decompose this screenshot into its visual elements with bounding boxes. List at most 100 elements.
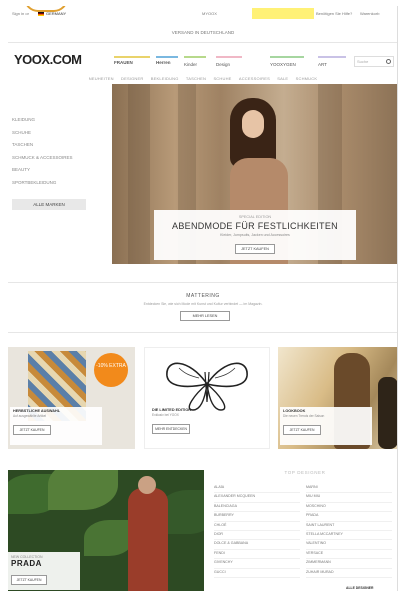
mattering-title: MATTERING bbox=[186, 293, 220, 299]
subnav-item[interactable]: SALE bbox=[277, 76, 288, 81]
tile-title: HERBSTLICHE AUSWAHL bbox=[13, 409, 61, 413]
designer-link[interactable]: VERSACE bbox=[306, 550, 392, 560]
designer-link[interactable]: GIVENCHY bbox=[214, 559, 300, 569]
designer-link[interactable]: CHLOÉ bbox=[214, 522, 300, 531]
category-color-bar bbox=[114, 56, 150, 58]
promo-tile-autumn[interactable]: -10% EXTRA HERBSTLICHE AUSWAHL Auf ausge… bbox=[8, 347, 135, 449]
designer-link[interactable]: PRADA bbox=[306, 512, 392, 522]
designer-link[interactable]: DIOR bbox=[214, 531, 300, 541]
tile-caption: LOOKBOOK Die neuen Trends der Saison JET… bbox=[280, 407, 372, 445]
designers-column-1: ALAÏA ALEXANDER MCQUEEN BALENCIAGA BURBE… bbox=[214, 484, 300, 578]
search-input[interactable]: Suche bbox=[354, 56, 394, 67]
sidebar-item[interactable]: BEAUTY bbox=[12, 164, 73, 177]
category-color-bar bbox=[216, 56, 242, 58]
subnav-item[interactable]: TASCHEN bbox=[186, 76, 206, 81]
tile-caption: HERBSTLICHE AUSWAHL Auf ausgewählte Arti… bbox=[10, 407, 102, 445]
designer-link[interactable]: ALEXANDER MCQUEEN bbox=[214, 493, 300, 503]
search-icon[interactable] bbox=[386, 59, 391, 64]
tile-shop-button[interactable]: JETZT KAUFEN bbox=[13, 425, 51, 435]
designer-link[interactable]: MIU MIU bbox=[306, 493, 392, 503]
designer-link[interactable]: STELLA MCCARTNEY bbox=[306, 531, 392, 541]
leaf-decoration bbox=[48, 470, 118, 510]
subnav-item[interactable]: SCHMUCK bbox=[296, 76, 318, 81]
category-color-bar bbox=[318, 56, 346, 58]
tile-title: LOOKBOOK bbox=[283, 409, 306, 413]
designers-title: TOP DESIGNER bbox=[284, 470, 326, 475]
yoox-logo[interactable]: YOOX.COM bbox=[14, 52, 82, 67]
designer-link[interactable]: ZUHAIR MURAD bbox=[306, 569, 392, 578]
help-link[interactable]: Benötigen Sie Hilfe? bbox=[316, 11, 352, 16]
sidebar-item[interactable]: SCHUHE bbox=[12, 127, 73, 140]
tile-text: Auf ausgewählte Artikel bbox=[13, 414, 47, 418]
tile-second-model-image bbox=[378, 377, 397, 449]
designer-link[interactable]: ZIMMERMANN bbox=[306, 559, 392, 569]
sidebar-menu: KLEIDUNG SCHUHE TASCHEN SCHMUCK & ACCESS… bbox=[12, 114, 73, 189]
mattering-read-more-button[interactable]: MEHR LESEN bbox=[180, 311, 230, 321]
highlight-button[interactable] bbox=[252, 8, 314, 19]
category-women[interactable]: FRAUEN bbox=[114, 56, 150, 65]
sidebar-item[interactable]: TASCHEN bbox=[12, 139, 73, 152]
sidebar-item[interactable]: SCHMUCK & ACCESSOIRES bbox=[12, 152, 73, 165]
country-selector[interactable]: GERMANY bbox=[38, 11, 66, 16]
designer-link[interactable]: BURBERRY bbox=[214, 512, 300, 522]
tile-shop-button[interactable]: JETZT KAUFEN bbox=[283, 425, 321, 435]
hero-title: ABENDMODE FÜR FESTLICHKEITEN bbox=[172, 221, 338, 231]
promo-tile-lookbook[interactable]: LOOKBOOK Die neuen Trends der Saison JET… bbox=[278, 347, 397, 449]
sign-in-link[interactable]: Sign in or bbox=[12, 11, 29, 16]
hero-pretitle: SPECIAL EDITION bbox=[238, 215, 272, 219]
butterfly-illustration bbox=[166, 362, 248, 411]
myoox-link[interactable]: MYOOX bbox=[202, 11, 217, 16]
prada-banner[interactable]: NEW COLLECTION PRADA JETZT KAUFEN bbox=[8, 470, 204, 591]
prada-shop-button[interactable]: JETZT KAUFEN bbox=[11, 575, 47, 585]
cart-link[interactable]: Warenkorb bbox=[360, 11, 379, 16]
designers-column-2: MARNI MIU MIU MOSCHINO PRADA SAINT LAURE… bbox=[306, 484, 392, 578]
hero-model-face bbox=[242, 110, 264, 138]
designer-link[interactable]: GUCCI bbox=[214, 569, 300, 578]
hero-shop-button[interactable]: JETZT KAUFEN bbox=[235, 244, 275, 254]
prada-caption: NEW COLLECTION PRADA JETZT KAUFEN bbox=[8, 552, 80, 590]
search-placeholder: Suche bbox=[357, 59, 369, 64]
promo-tile-limited[interactable]: DIE LIMITED EDITION Exklusiv bei YOOX ME… bbox=[144, 347, 270, 449]
category-color-bar bbox=[156, 56, 178, 58]
subnav-item[interactable]: BEKLEIDUNG bbox=[151, 76, 179, 81]
designer-link[interactable]: VALENTINO bbox=[306, 540, 392, 550]
all-designers-link[interactable]: ALLE DESIGNER bbox=[346, 586, 374, 590]
prada-brand: PRADA bbox=[11, 559, 42, 568]
shipping-promo[interactable]: VERSAND IN DEUTSCHLAND bbox=[8, 30, 397, 35]
hero-subtitle: Kleider, Jumpsuits, Jacken und Accessoir… bbox=[220, 233, 290, 237]
sidebar-item[interactable]: SPORTBEKLEIDUNG bbox=[12, 177, 73, 190]
designer-link[interactable]: BALENCIAGA bbox=[214, 503, 300, 513]
designer-link[interactable]: MOSCHINO bbox=[306, 503, 392, 513]
country-label: GERMANY bbox=[46, 11, 67, 16]
tile-caption: DIE LIMITED EDITION Exklusiv bei YOOX ME… bbox=[149, 406, 241, 444]
mattering-text: Entdecken Sie, wie sich Mode mit Kunst u… bbox=[143, 302, 263, 306]
subnav-item[interactable]: ACCESSOIRES bbox=[239, 76, 270, 81]
discount-badge: -10% EXTRA bbox=[94, 353, 128, 387]
leaf-decoration bbox=[84, 520, 134, 556]
hero-column-decoration bbox=[128, 84, 150, 264]
tile-text: Die neuen Trends der Saison bbox=[283, 414, 325, 418]
sub-navigation: NEUHEITEN DESIGNER BEKLEIDUNG TASCHEN SC… bbox=[8, 76, 397, 81]
prada-model-head bbox=[138, 476, 156, 494]
divider bbox=[8, 332, 397, 333]
designer-link[interactable]: FENDI bbox=[214, 550, 300, 560]
tile-discover-button[interactable]: MEHR ENTDECKEN bbox=[152, 424, 190, 434]
all-brands-button[interactable]: ALLE MARKEN bbox=[12, 199, 86, 210]
designer-link[interactable]: ALAÏA bbox=[214, 484, 300, 494]
top-utility-bar: Sign in or GERMANY MYOOX Benötigen Sie H… bbox=[8, 6, 397, 21]
sidebar-item[interactable]: KLEIDUNG bbox=[12, 114, 73, 127]
tile-text: Exklusiv bei YOOX bbox=[152, 413, 179, 417]
divider bbox=[8, 282, 397, 283]
subnav-item[interactable]: DESIGNER bbox=[121, 76, 144, 81]
designer-link[interactable]: MARNI bbox=[306, 484, 392, 494]
designer-link[interactable]: SAINT LAURENT bbox=[306, 522, 392, 531]
hero-caption-card: SPECIAL EDITION ABENDMODE FÜR FESTLICHKE… bbox=[154, 210, 356, 260]
category-men[interactable]: Herren bbox=[156, 56, 178, 65]
category-color-bar bbox=[270, 56, 304, 58]
subnav-item[interactable]: SCHUHE bbox=[213, 76, 231, 81]
hero-banner[interactable]: SPECIAL EDITION ABENDMODE FÜR FESTLICHKE… bbox=[112, 84, 397, 264]
tile-title: DIE LIMITED EDITION bbox=[152, 408, 192, 412]
designer-link[interactable]: DOLCE & GABBANA bbox=[214, 540, 300, 550]
subnav-item[interactable]: NEUHEITEN bbox=[89, 76, 114, 81]
category-nav: FRAUEN Herren Kinder Design YOOXYGEN ART bbox=[112, 56, 352, 68]
